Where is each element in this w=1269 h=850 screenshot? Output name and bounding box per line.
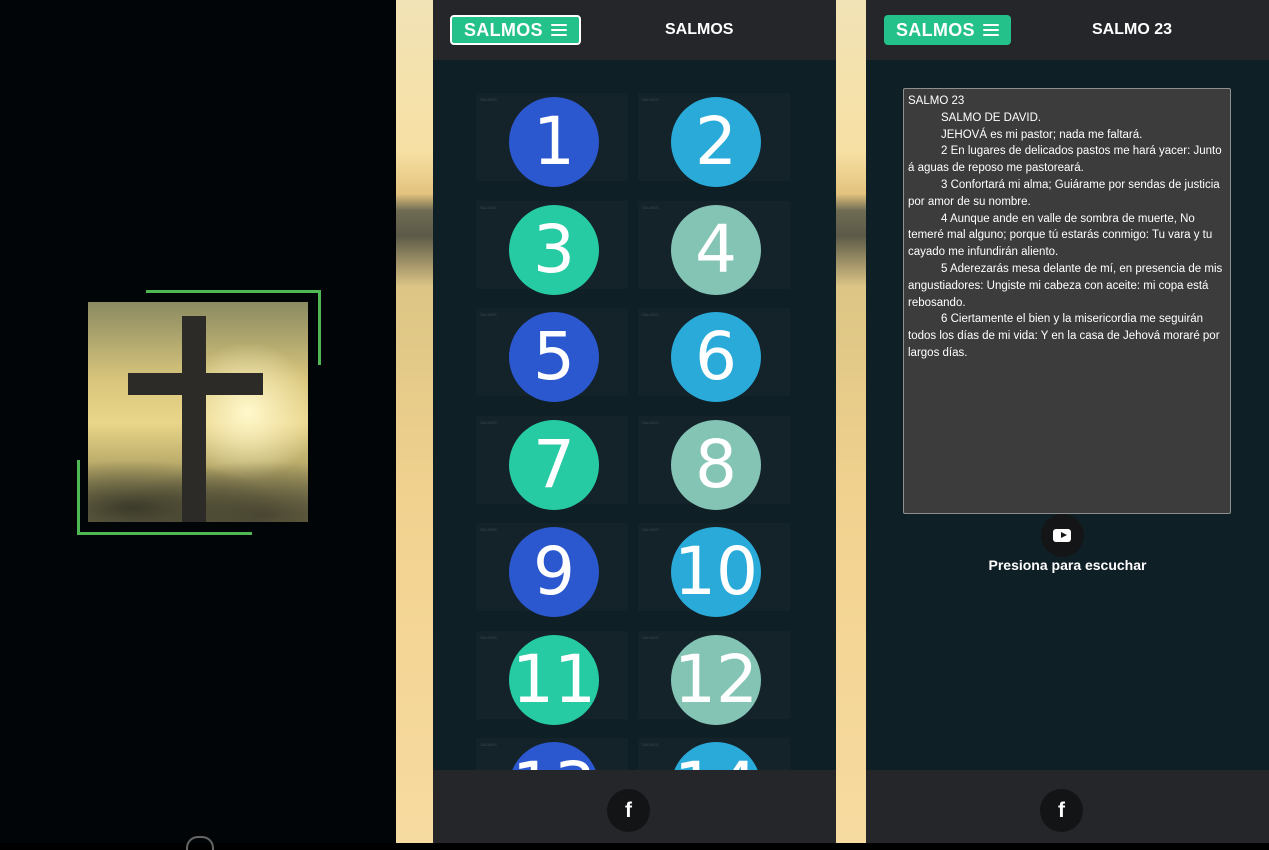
tile-tag: SALMOS (480, 204, 497, 210)
psalm-6-button[interactable]: 6 (671, 312, 761, 402)
hamburger-icon (982, 23, 999, 37)
tile-tag: SALMOS (642, 634, 659, 640)
hamburger-icon (550, 23, 567, 37)
tile-tag: SALMOS (480, 97, 497, 102)
psalm-7-button[interactable]: 7 (509, 419, 599, 510)
tile-tag: SALMOS (480, 312, 497, 317)
background-image (836, 0, 866, 843)
tile-tag: SALMOS (642, 419, 659, 425)
psalm-10-button[interactable]: 10 (671, 527, 761, 617)
splash-screen (0, 0, 396, 850)
home-indicator (186, 836, 214, 850)
tile-tag: SALMOS (480, 742, 497, 747)
psalm-verse: 5 Aderezarás mesa delante de mí, en pres… (908, 262, 1223, 309)
bottom-bar: f (866, 770, 1269, 843)
app-bar: SALMOS SALMOS (433, 0, 836, 60)
page-title: SALMO 23 (1092, 21, 1173, 38)
tile-tag: SALMOS (480, 527, 497, 532)
psalm-9-button[interactable]: 9 (509, 527, 599, 617)
background-image (396, 0, 433, 843)
psalm-4-button[interactable]: 4 (671, 204, 761, 295)
psalm-2-button[interactable]: 2 (671, 97, 761, 187)
cross-vertical-beam (182, 316, 206, 522)
tile-tag: SALMOS (642, 312, 659, 317)
psalm-12-button[interactable]: 12 (671, 634, 761, 725)
psalm-1-button[interactable]: 1 (509, 97, 599, 187)
menu-button[interactable]: SALMOS (884, 15, 1011, 45)
listen-label: Presiona para escuchar (988, 557, 1147, 573)
psalm-detail-screen: SALMOS SALMO 23 SALMO 23 SALMO DE DAVID.… (866, 0, 1269, 843)
psalm-verse: 3 Confortará mi alma; Guiárame por senda… (908, 178, 1220, 208)
psalm-grid: SALMOS 1 SALMOS 2 SALMOS 3 SALMOS 4 SALMOS 5 SALMO… (433, 60, 836, 770)
psalm-verse: SALMO DE DAVID. (941, 111, 1042, 124)
psalm-text-area[interactable]: SALMO 23 SALMO DE DAVID. JEHOVÁ es mi pa… (903, 88, 1231, 514)
play-triangle (1061, 532, 1067, 538)
menu-button-label: SALMOS (896, 19, 975, 40)
psalm-list-screen: SALMOS SALMOS SALMOS 1 SALMOS 2 SALMOS 3 SALMO… (433, 0, 836, 843)
facebook-icon[interactable]: f (607, 789, 650, 832)
tile-tag: SALMOS (642, 742, 659, 747)
tile-tag: SALMOS (642, 204, 659, 210)
app-bar: SALMOS SALMO 23 (866, 0, 1269, 60)
psalm-heading: SALMO 23 (908, 95, 965, 107)
tile-tag: SALMOS (480, 634, 497, 640)
cross-icon (88, 302, 308, 522)
psalm-3-button[interactable]: 3 (509, 204, 599, 295)
psalm-verse: 2 En lugares de delicados pastos me hará… (908, 145, 1222, 175)
psalm-11-button[interactable]: 11 (509, 634, 599, 725)
tile-tag: SALMOS (642, 527, 659, 532)
cross-horizontal-beam (128, 373, 263, 395)
psalm-8-button[interactable]: 8 (671, 419, 761, 510)
psalm-verse: 6 Ciertamente el bien y la misericordia … (908, 313, 1220, 359)
tile-tag: SALMOS (480, 419, 497, 425)
page-title: SALMOS (665, 21, 734, 38)
psalm-verse: 4 Aunque ande en valle de sombra de muer… (908, 212, 1213, 259)
psalm-5-button[interactable]: 5 (509, 312, 599, 402)
play-audio-button[interactable] (1041, 514, 1084, 557)
psalm-verse: JEHOVÁ es mi pastor; nada me faltará. (941, 128, 1143, 141)
menu-button[interactable]: SALMOS (450, 15, 581, 45)
bottom-bar: f (433, 770, 836, 843)
facebook-icon[interactable]: f (1040, 789, 1083, 832)
tile-tag: SALMOS (642, 97, 659, 102)
menu-button-label: SALMOS (464, 19, 543, 40)
